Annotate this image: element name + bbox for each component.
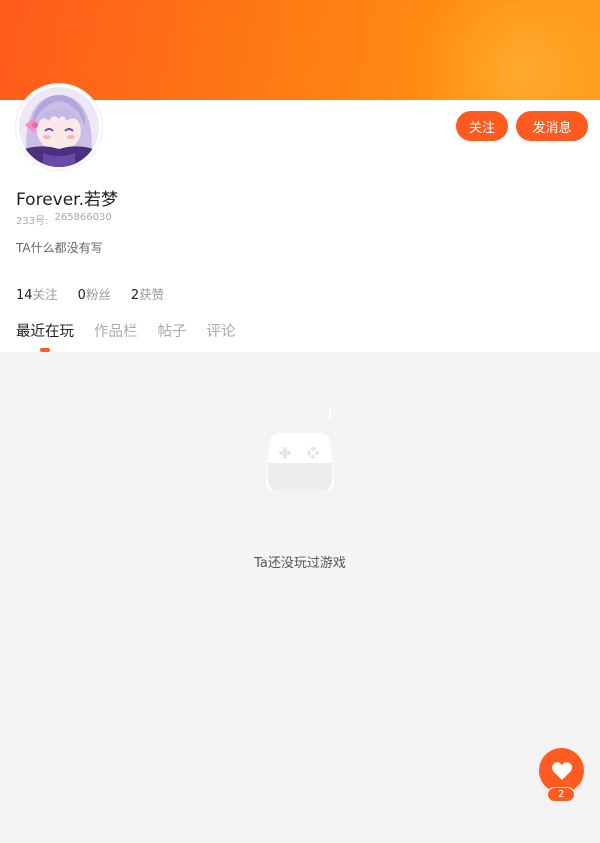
active-tab-indicator bbox=[40, 348, 50, 352]
avatar[interactable] bbox=[16, 84, 102, 170]
username: Forever.若梦 bbox=[16, 190, 118, 210]
user-id: 233号: 265866030 bbox=[16, 212, 112, 227]
stat-fans[interactable]: 0 粉丝 bbox=[78, 284, 111, 303]
tab-comments[interactable]: 评论 bbox=[207, 320, 236, 352]
send-message-button[interactable]: 发消息 bbox=[516, 111, 588, 141]
stat-fans-count: 0 bbox=[77, 288, 86, 303]
stat-following-count: 14 bbox=[16, 288, 33, 303]
header-banner bbox=[0, 0, 600, 100]
tab-works[interactable]: 作品栏 bbox=[94, 320, 138, 352]
stat-likes[interactable]: 2 获赞 bbox=[131, 284, 164, 303]
profile-tabs: 最近在玩 作品栏 帖子 评论 bbox=[16, 320, 236, 352]
stat-likes-count: 2 bbox=[130, 288, 140, 303]
stat-following[interactable]: 14 关注 bbox=[16, 284, 58, 303]
stat-following-label: 关注 bbox=[32, 287, 58, 302]
stats-row: 14 关注 0 粉丝 2 获赞 bbox=[16, 284, 164, 303]
heart-icon bbox=[551, 761, 572, 780]
user-bio: TA什么都没有写 bbox=[16, 241, 103, 255]
stat-fans-label: 粉丝 bbox=[85, 287, 111, 302]
stat-likes-label: 获赞 bbox=[139, 287, 165, 302]
banner-glow bbox=[400, 0, 600, 100]
gamepad-icon bbox=[260, 405, 340, 500]
avatar-illustration bbox=[19, 87, 99, 167]
empty-state-message: Ta还没玩过游戏 bbox=[254, 556, 346, 571]
user-id-label: 233号: bbox=[16, 216, 49, 227]
tab-posts[interactable]: 帖子 bbox=[158, 320, 187, 352]
user-id-value: 265866030 bbox=[54, 212, 112, 223]
like-count-badge: 2 bbox=[547, 787, 575, 802]
follow-button[interactable]: 关注 bbox=[456, 111, 508, 141]
